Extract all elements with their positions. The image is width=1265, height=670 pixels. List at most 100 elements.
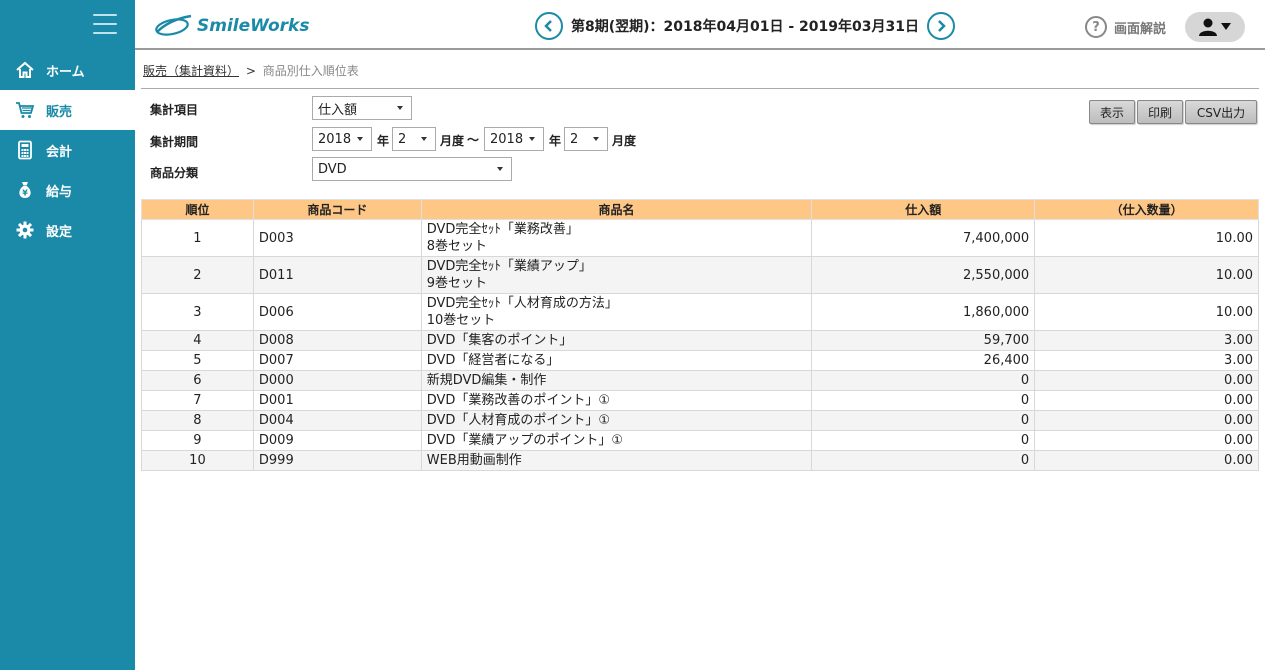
gear-icon — [14, 219, 36, 241]
cell-product-name: DVD完全ｾｯﾄ「人材育成の方法」 10巻セット — [420, 293, 813, 331]
sidebar-item-label: 給与 — [46, 184, 73, 200]
cell-product-name: WEB用動画制作 — [420, 450, 813, 471]
breadcrumb-current: 商品別仕入順位表 — [262, 64, 359, 78]
header-product-name: 商品名 — [420, 199, 813, 220]
logo[interactable]: SmileWorks — [153, 12, 309, 40]
caret-down-icon — [421, 137, 427, 141]
breadcrumb-separator: > — [245, 64, 256, 78]
cell-purchase-amount: 0 — [811, 410, 1036, 431]
product-name-line: 8巻セット — [426, 239, 488, 254]
product-name-line: DVD完全ｾｯﾄ「人材育成の方法」 — [426, 296, 618, 311]
product-name-line: 新規DVD編集・制作 — [426, 373, 547, 388]
sidebar-item-home[interactable]: ホーム — [0, 50, 135, 90]
menu-toggle-icon[interactable] — [93, 14, 117, 34]
home-icon — [14, 59, 36, 81]
chevron-right-icon — [938, 20, 946, 32]
next-period-button[interactable] — [926, 12, 955, 40]
table-row: 2 D011 DVD完全ｾｯﾄ「業績アップ」 9巻セット 2,550,000 10.00 — [141, 256, 1259, 294]
cell-purchase-quantity: 0.00 — [1034, 370, 1259, 391]
product-name-line: DVD「経営者になる」 — [426, 353, 560, 368]
cell-purchase-quantity: 10.00 — [1034, 293, 1259, 331]
cell-rank: 4 — [141, 330, 254, 351]
table-row: 7 D001 DVD「業務改善のポイント」① 0 0.00 — [141, 390, 1259, 411]
cell-purchase-amount: 0 — [811, 370, 1036, 391]
product-category-select[interactable]: DVD — [312, 157, 512, 181]
to-month-select[interactable]: 2 — [564, 127, 608, 151]
sidebar-item-label: 会計 — [46, 144, 73, 160]
cell-rank: 2 — [141, 256, 254, 294]
sidebar-item-accounting[interactable]: 会計 — [0, 130, 135, 170]
prev-period-button[interactable] — [535, 12, 563, 40]
sidebar-item-settings[interactable]: 設定 — [0, 210, 135, 250]
table-row: 5 D007 DVD「経営者になる」 26,400 3.00 — [141, 350, 1259, 371]
table-row: 10 D999 WEB用動画制作 0 0.00 — [141, 450, 1259, 471]
cell-purchase-quantity: 10.00 — [1034, 256, 1259, 294]
cell-product-name: DVD「集客のポイント」 — [420, 330, 813, 351]
cell-product-name: DVD完全ｾｯﾄ「業務改善」 8巻セット — [420, 219, 813, 257]
caret-down-icon — [497, 167, 503, 171]
cell-rank: 5 — [141, 350, 254, 371]
cell-rank: 10 — [141, 450, 254, 471]
breadcrumb: 販売（集計資料） > 商品別仕入順位表 — [143, 62, 359, 79]
cell-rank: 6 — [141, 370, 254, 391]
product-name-line: DVD「業務改善のポイント」① — [426, 393, 611, 408]
select-value: 仕入額 — [318, 102, 358, 118]
cell-purchase-amount: 7,400,000 — [811, 219, 1036, 257]
caret-down-icon — [1221, 23, 1231, 30]
period-selector: 第8期(翌期)：2018年04月01日 - 2019年03月31日 — [535, 12, 955, 40]
sidebar-item-label: ホーム — [46, 64, 85, 80]
cell-product-name: DVD「業務改善のポイント」① — [420, 390, 813, 411]
table-row: 6 D000 新規DVD編集・制作 0 0.00 — [141, 370, 1259, 391]
breadcrumb-parent-link[interactable]: 販売（集計資料） — [143, 64, 239, 78]
caret-down-icon — [529, 137, 535, 141]
user-menu-button[interactable] — [1185, 12, 1245, 42]
cell-product-code: D007 — [252, 350, 422, 371]
sidebar-item-payroll[interactable]: ¥ 給与 — [0, 170, 135, 210]
aggregation-item-select[interactable]: 仕入額 — [312, 96, 412, 120]
cell-product-code: D004 — [252, 410, 422, 431]
from-year-select[interactable]: 2018 — [312, 127, 372, 151]
product-category-label: 商品分類 — [150, 166, 199, 180]
header-rank: 順位 — [141, 199, 254, 220]
cell-purchase-amount: 59,700 — [811, 330, 1036, 351]
year-unit-label: 年 — [549, 134, 562, 148]
cell-product-code: D006 — [252, 293, 422, 331]
product-name-line: DVD完全ｾｯﾄ「業績アップ」 — [426, 259, 592, 274]
cell-purchase-amount: 1,860,000 — [811, 293, 1036, 331]
caret-down-icon — [593, 137, 599, 141]
table-body: 1 D003 DVD完全ｾｯﾄ「業務改善」 8巻セット 7,400,000 10.00 2 D… — [141, 219, 1259, 471]
to-year-select[interactable]: 2018 — [484, 127, 544, 151]
cell-purchase-quantity: 0.00 — [1034, 390, 1259, 411]
from-month-select[interactable]: 2 — [392, 127, 436, 151]
question-icon: ? — [1085, 16, 1107, 38]
smileworks-logo-icon — [155, 14, 192, 36]
display-button[interactable]: 表示 — [1089, 100, 1135, 124]
sidebar-item-sales[interactable]: 販売 — [0, 90, 135, 130]
cell-product-name: DVD「業績アップのポイント」① — [420, 430, 813, 451]
cell-product-code: D009 — [252, 430, 422, 451]
cell-product-code: D999 — [252, 450, 422, 471]
cell-rank: 9 — [141, 430, 254, 451]
cell-purchase-quantity: 0.00 — [1034, 410, 1259, 431]
help-button[interactable]: ? 画面解説 — [1085, 16, 1166, 38]
sidebar: ホーム 販売 会計 ¥ 給与 設定 — [0, 0, 135, 670]
sidebar-item-label: 販売 — [46, 104, 73, 120]
product-name-line: DVD「集客のポイント」 — [426, 333, 573, 348]
print-button[interactable]: 印刷 — [1137, 100, 1183, 124]
table-row: 9 D009 DVD「業績アップのポイント」① 0 0.00 — [141, 430, 1259, 451]
divider — [141, 88, 1259, 89]
sidebar-item-label: 設定 — [46, 224, 73, 240]
product-name-line: WEB用動画制作 — [426, 453, 522, 468]
cell-purchase-quantity: 0.00 — [1034, 450, 1259, 471]
select-value: 2 — [398, 131, 407, 147]
product-name-line: 10巻セット — [426, 313, 496, 328]
cell-purchase-quantity: 0.00 — [1034, 430, 1259, 451]
cell-product-name: DVD「経営者になる」 — [420, 350, 813, 371]
table-header-row: 順位 商品コード 商品名 仕入額 （仕入数量） — [141, 199, 1259, 220]
header-purchase-quantity: （仕入数量） — [1034, 199, 1259, 220]
select-value: DVD — [318, 161, 347, 177]
csv-export-button[interactable]: CSV出力 — [1185, 100, 1257, 124]
table-row: 3 D006 DVD完全ｾｯﾄ「人材育成の方法」 10巻セット 1,860,000 10.… — [141, 293, 1259, 331]
ranking-table: 順位 商品コード 商品名 仕入額 （仕入数量） 1 D003 DVD完全ｾｯﾄ「業務… — [141, 199, 1259, 471]
cell-rank: 7 — [141, 390, 254, 411]
